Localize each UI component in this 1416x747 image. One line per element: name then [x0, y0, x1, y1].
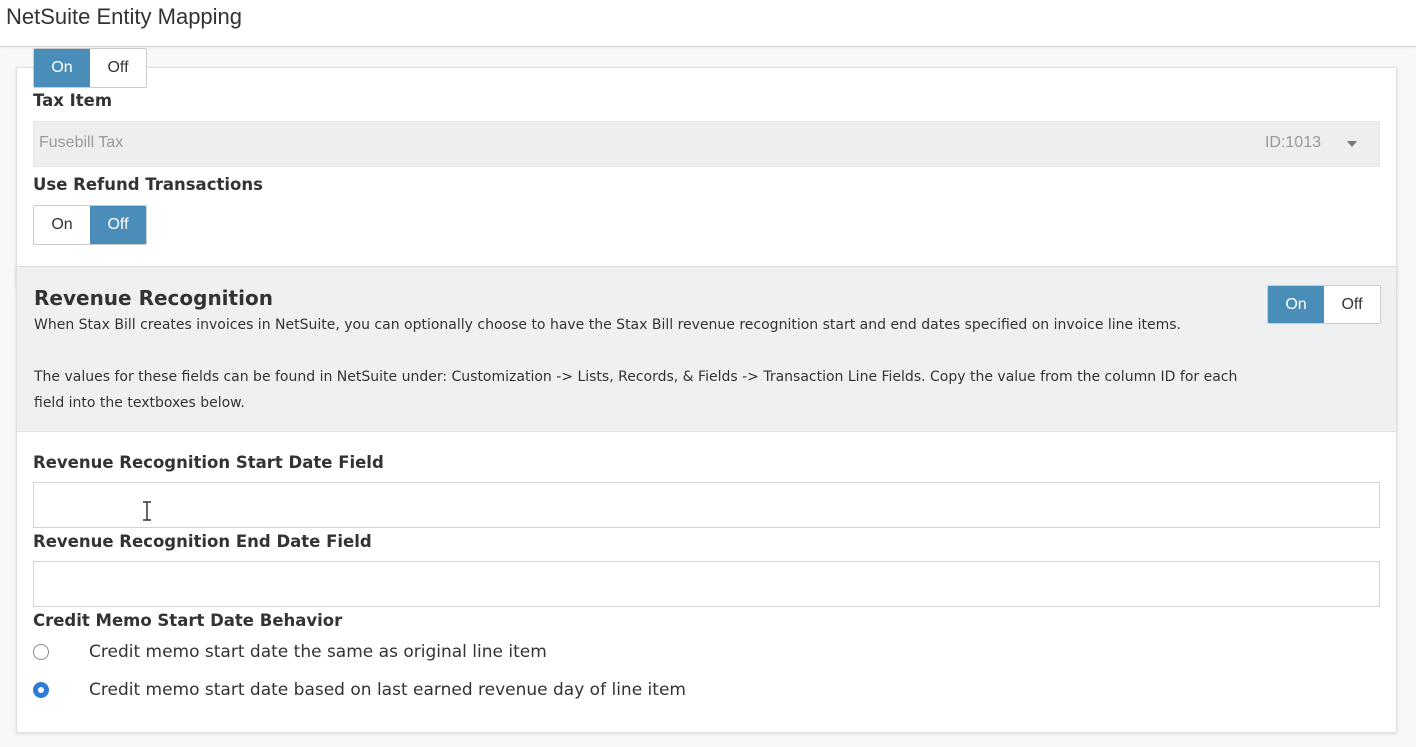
refund-transactions-toggle: On Off [33, 205, 147, 245]
revenue-recognition-title: Revenue Recognition [34, 286, 273, 310]
tax-settings-card: On Off Tax Item Fusebill Tax ID:1013 Use… [16, 48, 1397, 288]
refund-transactions-label: Use Refund Transactions [33, 175, 263, 194]
revenue-description-1: When Stax Bill creates invoices in NetSu… [34, 317, 1181, 333]
tax-item-label: Tax Item [33, 91, 113, 110]
revenue-description-2: The values for these fields can be found… [34, 369, 1238, 411]
revenue-toggle-off[interactable]: Off [1324, 286, 1380, 323]
tax-item-select[interactable]: Fusebill Tax ID:1013 [33, 121, 1380, 167]
refund-toggle-off[interactable]: Off [90, 206, 146, 244]
credit-memo-option-same[interactable]: Credit memo start date the same as origi… [33, 640, 547, 664]
toggle-off-option[interactable]: Off [90, 49, 146, 87]
app-header: NetSuite Entity Mapping [0, 0, 1416, 47]
start-date-field-input[interactable] [33, 482, 1380, 528]
text-cursor-icon [143, 501, 151, 521]
page-content: On Off Tax Item Fusebill Tax ID:1013 Use… [0, 47, 1416, 747]
toggle-on-option[interactable]: On [34, 49, 90, 87]
credit-memo-option-label: Credit memo start date the same as origi… [89, 642, 547, 662]
tax-item-id: ID:1013 [1264, 134, 1321, 151]
end-date-field-label: Revenue Recognition End Date Field [33, 532, 372, 551]
radio-checked[interactable] [33, 682, 49, 698]
credit-memo-option-label: Credit memo start date based on last ear… [89, 680, 686, 700]
end-date-field-input[interactable] [33, 561, 1380, 607]
start-date-field-label: Revenue Recognition Start Date Field [33, 453, 384, 472]
revenue-recognition-toggle: On Off [1267, 285, 1381, 324]
page-title: NetSuite Entity Mapping [6, 4, 243, 29]
refund-toggle-on[interactable]: On [34, 206, 90, 244]
revenue-recognition-card: Revenue Recognition When Stax Bill creat… [16, 266, 1397, 733]
credit-memo-label: Credit Memo Start Date Behavior [33, 611, 343, 630]
revenue-toggle-on[interactable]: On [1268, 286, 1324, 323]
revenue-recognition-header: Revenue Recognition When Stax Bill creat… [17, 267, 1396, 432]
radio-unchecked[interactable] [33, 644, 49, 660]
tax-item-value: Fusebill Tax [39, 134, 124, 151]
caret-down-icon [1347, 141, 1357, 147]
previous-setting-toggle: On Off [33, 48, 147, 88]
credit-memo-option-last-earned[interactable]: Credit memo start date based on last ear… [33, 678, 686, 702]
